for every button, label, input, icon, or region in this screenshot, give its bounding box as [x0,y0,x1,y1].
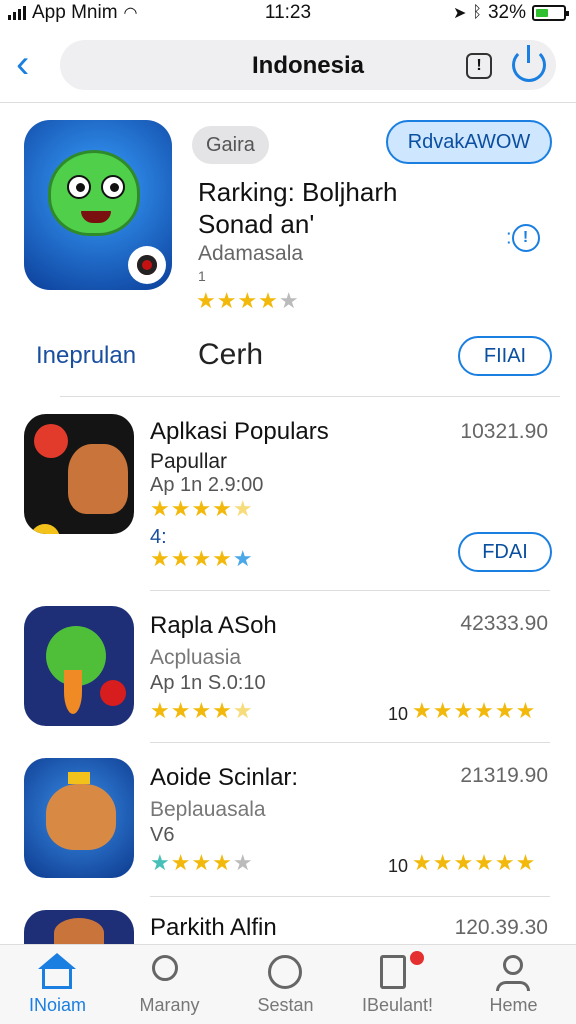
notification-badge [410,951,424,965]
get-button[interactable]: FDAI [458,532,552,572]
back-chevron-icon[interactable]: ‹ [16,44,29,84]
person-icon [503,955,523,975]
app-category: Acpluasia [150,646,242,669]
battery-icon [532,5,569,21]
featured-get-button[interactable]: RdvakAWOW [386,120,552,164]
smiley-icon [30,524,60,534]
filter-button[interactable]: FIIAI [458,336,552,376]
featured-title-line1: Rarking: Boljharh [198,177,398,207]
app-icon[interactable] [24,414,134,534]
app-price: 10321.90 [460,420,548,443]
tab-history[interactable]: Sestan [228,945,343,1024]
app-icon[interactable] [24,910,134,944]
mouth-icon [81,211,111,223]
bluetooth-icon: ᛒ [472,4,482,21]
apple-icon [100,680,126,706]
location-icon: ➤ [452,5,467,22]
status-right: ➤ ᛒ 32% [452,2,569,24]
app-name[interactable]: Aplkasi Populars [150,418,329,446]
app-price: 120.39.30 [454,916,548,939]
app-price: 42333.90 [460,612,548,635]
tab-label: Sestan [257,995,314,1015]
tab-profile[interactable]: Heme [456,945,571,1024]
rating-count: 10 [388,704,409,724]
edit-document-icon [380,955,406,989]
record-icon [128,246,166,284]
cat-icon [46,784,116,850]
info-icon[interactable]: ! [466,53,492,79]
app-icon[interactable] [24,606,134,726]
crown-icon [68,772,90,784]
tab-label: IBeulant! [361,995,434,1015]
app-name[interactable]: Aoide Scinlar: [150,764,298,792]
star-icons: ★★★★ [150,698,233,723]
tab-label: Heme [489,995,538,1015]
featured-subtitle: Adamasala [198,242,304,265]
featured-title: Rarking: Boljharh Sonad an' [198,176,498,240]
app-category: Beplauasala [150,798,266,821]
app-category: Papullar [150,450,228,473]
divider [150,590,550,591]
clock-icon [268,955,302,989]
star-teal-icon: ★ [150,850,171,875]
person-shoulders-icon [496,981,530,991]
rating-stars: ★★★★★ [150,496,254,522]
tab-bar: INoiam Marany Sestan IBeulant! Heme [0,944,576,1024]
app-meta: V6 [150,824,175,846]
app-price: 21319.90 [460,764,548,787]
search-icon [152,955,178,981]
eye-icon [101,175,125,199]
home-body-icon [42,967,72,989]
rating-stars: ★★★★★ [150,546,254,572]
more-options-icon[interactable]: :! [506,224,550,254]
tab-label: INoiam [28,995,86,1015]
star-icons: ★★★ [170,850,233,875]
divider [0,102,576,103]
app-meta: Ap 1n S.0:10 [150,672,266,694]
tab-label: Marany [139,995,200,1015]
app-name[interactable]: Parkith Alfin [150,914,277,942]
tab-home[interactable]: INoiam [0,945,115,1024]
monster-icon [48,150,140,236]
star-half-icon: ★ [232,698,254,723]
featured-title-line2: Sonad an' [198,209,315,239]
eye-icon [67,175,91,199]
rating-stars: ★★★★★ [150,850,254,876]
status-bar: App Mnim ◠ 11:23 ➤ ᛒ 32% [0,0,576,28]
tab-other[interactable]: Cerh [198,338,263,372]
star-dim-icon: ★ [278,288,300,313]
navigation-bar: ‹ Indonesia ! [0,36,576,100]
star-blue-icon: ★ [232,546,254,571]
divider [150,896,550,897]
ball-icon [34,424,68,458]
genre-tag[interactable]: Gaira [192,126,269,164]
review-stars: ★★★★★★ [412,698,537,723]
tab-search[interactable]: Marany [112,945,227,1024]
fox-icon [54,918,104,944]
rating-count: 10 [388,856,409,876]
star-half-icon: ★ [232,496,254,521]
divider [60,396,560,397]
star-icons: ★★★★ [150,496,233,521]
star-icons: ★★★★ [150,546,233,571]
carrot-icon [64,670,82,714]
battery-percent: 32% [487,2,526,23]
tab-updates[interactable]: IBeulant! [340,945,455,1024]
featured-app-icon[interactable] [24,120,172,290]
star-icons: ★★★★ [196,288,279,313]
tab-popular[interactable]: Ineprulan [36,342,136,370]
app-name[interactable]: Rapla ASoh [150,612,277,640]
divider [150,742,550,743]
search-pill[interactable]: Indonesia ! [60,40,556,90]
star-dim-icon: ★ [232,850,254,875]
share-icon[interactable] [512,45,546,82]
app-meta: Ap 1n 2.9:00 [150,474,264,496]
rating-stars: ★★★★★ [150,698,254,724]
review-stars: ★★★★★★ [412,850,537,875]
featured-note: 1 [198,268,206,284]
fox-icon [68,444,128,514]
featured-rating-stars: ★★★★★ [196,288,300,314]
app-icon[interactable] [24,758,134,878]
